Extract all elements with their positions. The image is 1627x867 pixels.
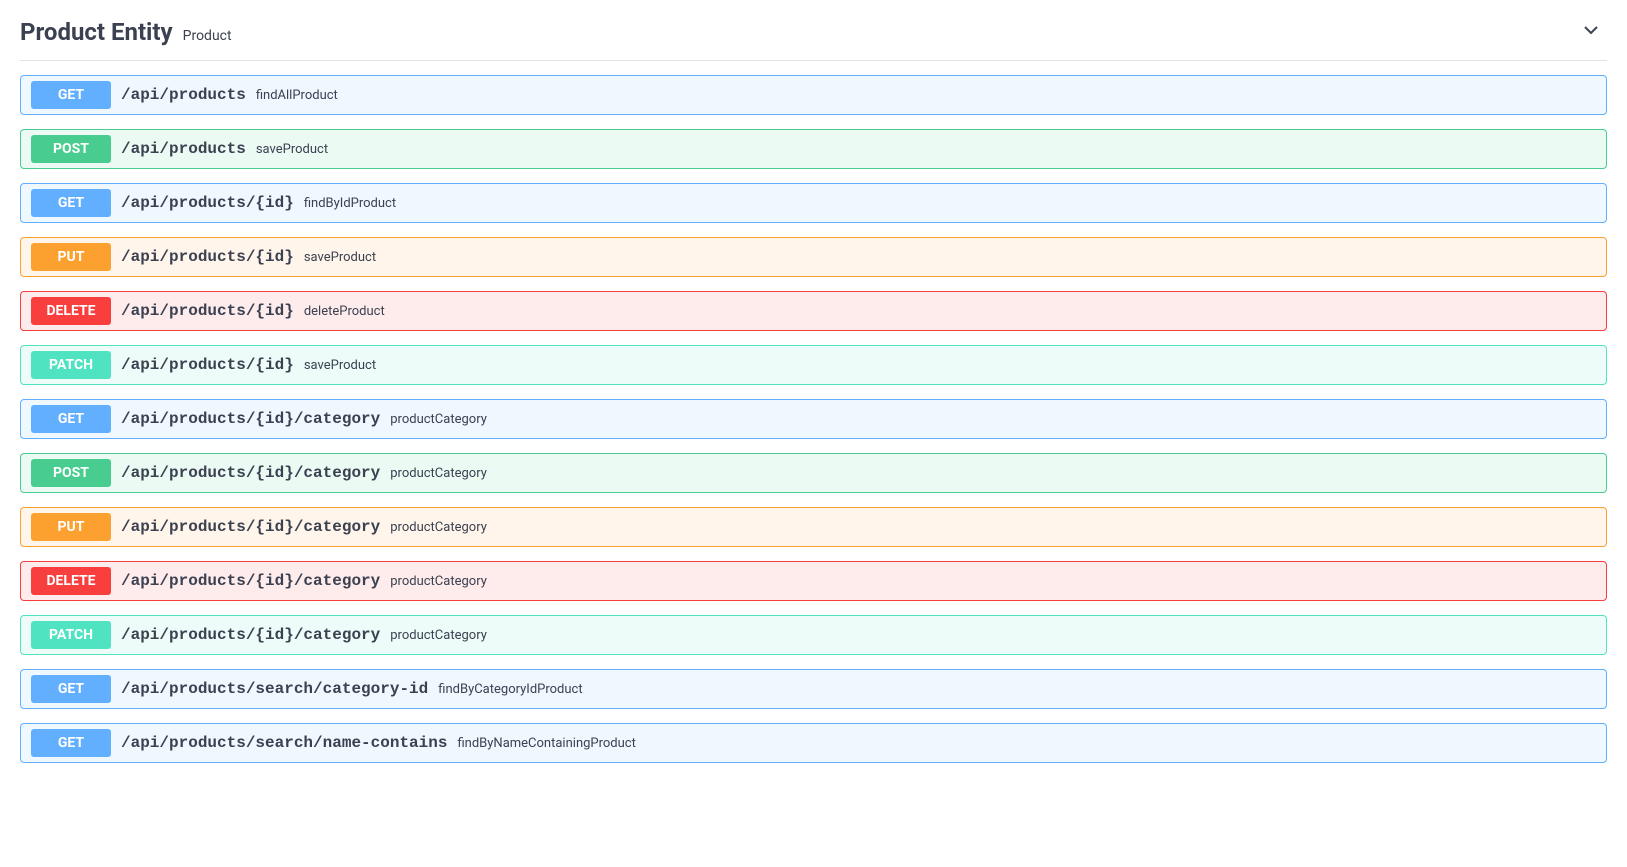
section-subtitle: Product [183,28,232,44]
operation-path: /api/products/search/name-contains [121,734,447,752]
section-header[interactable]: Product Entity Product [20,10,1607,61]
operation-summary: productCategory [390,466,487,481]
operation-summary: productCategory [390,574,487,589]
method-badge-get: GET [31,189,111,217]
operation-path: /api/products/{id} [121,194,294,212]
operation-path: /api/products [121,86,246,104]
operation-path: /api/products/{id}/category [121,626,380,644]
operation-path: /api/products/{id}/category [121,464,380,482]
method-badge-patch: PATCH [31,621,111,649]
operation-row[interactable]: PATCH /api/products/{id}/category produc… [20,615,1607,655]
method-badge-get: GET [31,405,111,433]
operation-summary: saveProduct [256,142,328,157]
operation-row[interactable]: POST /api/products/{id}/category product… [20,453,1607,493]
operation-row[interactable]: GET /api/products findAllProduct [20,75,1607,115]
method-badge-delete: DELETE [31,297,111,325]
operation-path: /api/products/{id} [121,356,294,374]
operation-path: /api/products/{id} [121,248,294,266]
method-badge-patch: PATCH [31,351,111,379]
method-badge-get: GET [31,729,111,757]
operation-row[interactable]: PATCH /api/products/{id} saveProduct [20,345,1607,385]
operation-summary: findByNameContainingProduct [457,736,635,751]
operation-path: /api/products/{id}/category [121,572,380,590]
product-entity-section: Product Entity Product GET /api/products… [0,0,1627,783]
operation-path: /api/products/{id} [121,302,294,320]
operation-summary: saveProduct [304,250,376,265]
operation-row[interactable]: GET /api/products/{id}/category productC… [20,399,1607,439]
method-badge-get: GET [31,81,111,109]
method-badge-post: POST [31,135,111,163]
operation-summary: findByCategoryIdProduct [438,682,582,697]
operation-row[interactable]: DELETE /api/products/{id}/category produ… [20,561,1607,601]
operation-summary: productCategory [390,412,487,427]
operation-row[interactable]: PUT /api/products/{id}/category productC… [20,507,1607,547]
section-header-left: Product Entity Product [20,18,232,46]
method-badge-put: PUT [31,513,111,541]
operation-summary: findAllProduct [256,88,338,103]
operation-path: /api/products/{id}/category [121,410,380,428]
operation-path: /api/products/search/category-id [121,680,428,698]
section-title: Product Entity [20,18,173,46]
operation-summary: saveProduct [304,358,376,373]
operation-summary: productCategory [390,520,487,535]
operation-summary: findByIdProduct [304,196,396,211]
method-badge-get: GET [31,675,111,703]
operation-row[interactable]: GET /api/products/search/category-id fin… [20,669,1607,709]
operation-list: GET /api/products findAllProduct POST /a… [20,75,1607,763]
operation-path: /api/products/{id}/category [121,518,380,536]
operation-row[interactable]: POST /api/products saveProduct [20,129,1607,169]
method-badge-post: POST [31,459,111,487]
operation-summary: productCategory [390,628,487,643]
operation-row[interactable]: GET /api/products/search/name-contains f… [20,723,1607,763]
operation-row[interactable]: DELETE /api/products/{id} deleteProduct [20,291,1607,331]
method-badge-put: PUT [31,243,111,271]
operation-summary: deleteProduct [304,304,385,319]
method-badge-delete: DELETE [31,567,111,595]
operation-path: /api/products [121,140,246,158]
operation-row[interactable]: PUT /api/products/{id} saveProduct [20,237,1607,277]
chevron-down-icon[interactable] [1581,20,1601,40]
operation-row[interactable]: GET /api/products/{id} findByIdProduct [20,183,1607,223]
